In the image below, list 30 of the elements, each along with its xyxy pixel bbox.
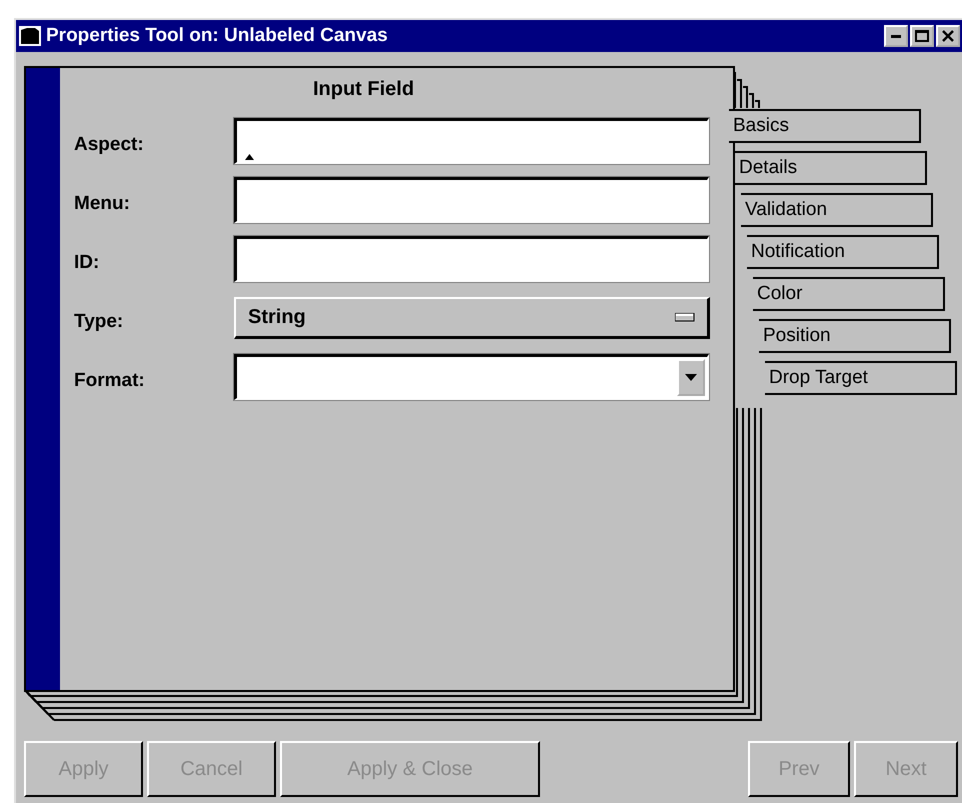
text-field[interactable] — [234, 118, 709, 164]
page-title: Input Field — [312, 78, 416, 101]
app-icon — [18, 25, 42, 47]
minimize-button[interactable] — [884, 25, 908, 47]
notebook-tab[interactable]: Basics — [729, 109, 921, 143]
dropdown-button[interactable] — [677, 359, 705, 396]
text-field[interactable] — [234, 177, 709, 223]
notebook-tab[interactable]: Color — [753, 277, 945, 311]
option-indicator-icon — [675, 313, 695, 322]
notebook-tab[interactable]: Validation — [741, 193, 933, 227]
combo-field[interactable] — [234, 354, 709, 400]
maximize-button[interactable] — [910, 25, 934, 47]
caret-icon — [245, 154, 254, 160]
option-button[interactable]: String — [234, 297, 710, 339]
field-label: Format: — [74, 369, 146, 392]
notebook-tab[interactable]: Position — [759, 319, 951, 353]
text-field[interactable] — [234, 236, 709, 282]
notebook-tab[interactable]: Drop Target — [765, 361, 957, 395]
close-button[interactable] — [936, 25, 960, 47]
close-icon — [942, 30, 954, 42]
notebook-tab[interactable]: Details — [735, 151, 927, 185]
field-label: ID: — [74, 251, 100, 274]
window-title: Properties Tool on: Unlabeled Canvas — [46, 25, 389, 47]
field-label: Menu: — [74, 192, 131, 215]
minimize-icon — [891, 34, 901, 38]
notebook-tab[interactable]: Notification — [747, 235, 939, 269]
caret-icon — [685, 374, 697, 381]
field-label: Type: — [74, 310, 124, 333]
maximize-icon — [915, 30, 929, 42]
field-label: Aspect: — [74, 133, 145, 156]
